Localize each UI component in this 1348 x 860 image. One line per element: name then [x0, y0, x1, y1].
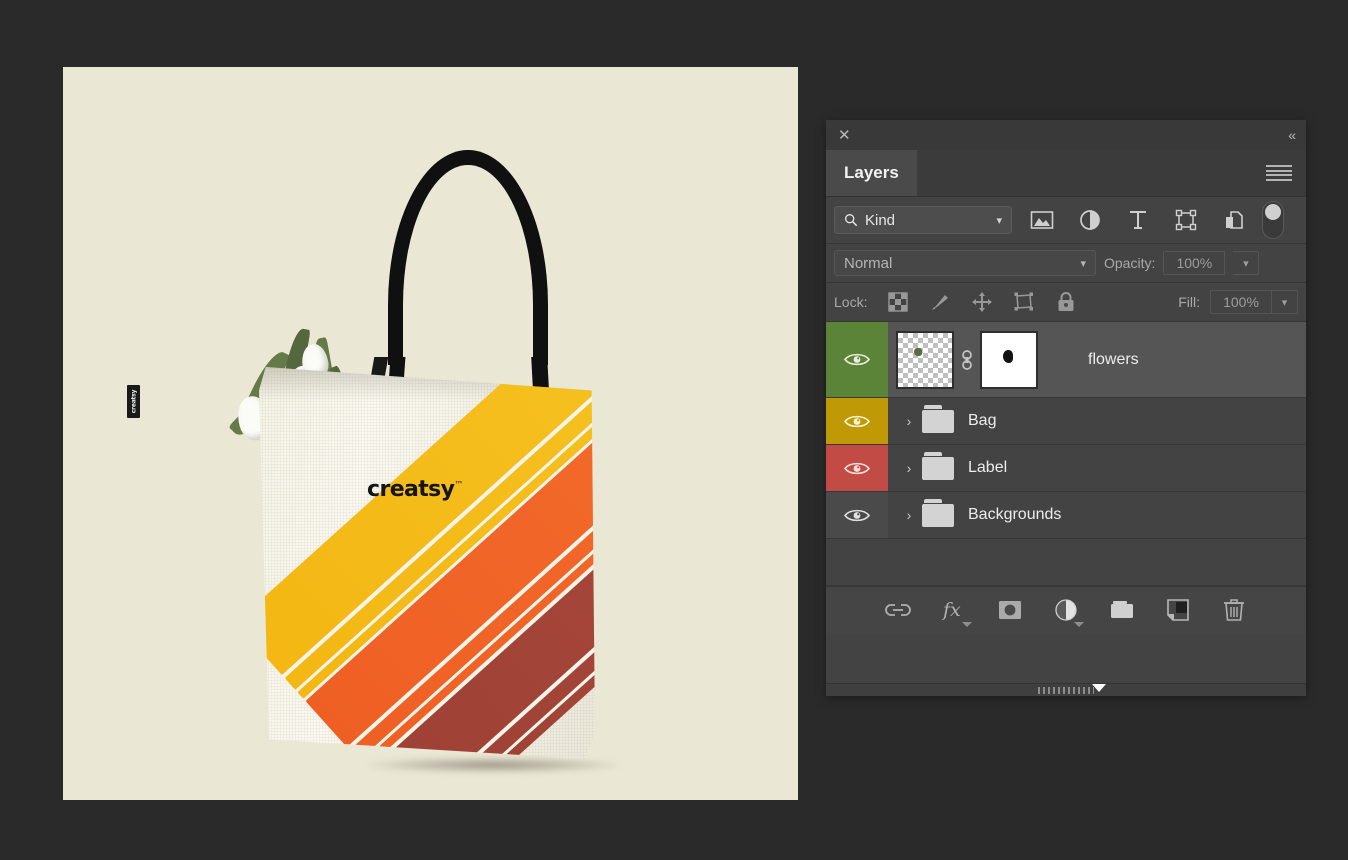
bag-side-label-text: creatsy	[130, 390, 137, 414]
panel-menu-button[interactable]	[1266, 150, 1306, 196]
layers-panel-footer: fx	[826, 586, 1306, 633]
filter-type-icon[interactable]	[1114, 204, 1162, 236]
lock-row: Lock: Fill: 100% ▾	[826, 283, 1306, 322]
layer-row-flowers[interactable]: flowers	[826, 322, 1306, 398]
add-layer-mask-button[interactable]	[982, 587, 1038, 633]
filter-adjustment-icon[interactable]	[1066, 204, 1114, 236]
blend-mode-dropdown[interactable]: Normal ▾	[834, 250, 1096, 276]
panel-resize-grip[interactable]	[826, 683, 1306, 696]
lock-transparent-pixels-icon[interactable]	[877, 287, 919, 317]
layer-name-label: Label	[968, 459, 1007, 477]
layer-row-backgrounds[interactable]: › Backgrounds	[826, 492, 1306, 539]
svg-text:fx: fx	[941, 599, 961, 621]
folder-icon	[922, 504, 954, 527]
new-group-button[interactable]	[1094, 587, 1150, 633]
tab-layers[interactable]: Layers	[826, 150, 917, 196]
fill-stepper-chevron-icon[interactable]: ▾	[1272, 290, 1298, 314]
close-icon[interactable]: ✕	[838, 128, 851, 143]
layer-mask-thumbnail-flowers[interactable]	[980, 331, 1038, 389]
new-layer-button[interactable]	[1150, 587, 1206, 633]
layer-row-bag[interactable]: › Bag	[826, 398, 1306, 445]
filter-enable-toggle[interactable]	[1262, 201, 1284, 239]
filter-shape-icon[interactable]	[1162, 204, 1210, 236]
opacity-input[interactable]: 100%	[1163, 251, 1225, 275]
folder-icon	[922, 410, 954, 433]
expand-group-chevron-icon[interactable]: ›	[896, 413, 922, 429]
lock-all-icon[interactable]	[1045, 287, 1087, 317]
expand-group-chevron-icon[interactable]: ›	[896, 460, 922, 476]
opacity-label: Opacity:	[1104, 255, 1155, 271]
collapse-panel-icon[interactable]: «	[1288, 128, 1294, 142]
layer-mask-link-icon[interactable]	[954, 347, 980, 373]
layer-row-label[interactable]: › Label	[826, 445, 1306, 492]
layer-visibility-toggle-backgrounds[interactable]	[826, 492, 888, 538]
lock-image-pixels-icon[interactable]	[919, 287, 961, 317]
chevron-down-icon: ▾	[1080, 257, 1086, 270]
document-canvas[interactable]: creatsy™ creatsy	[63, 67, 798, 800]
adjustment-caret-icon	[1074, 622, 1084, 627]
panel-tab-bar: Layers	[826, 150, 1306, 197]
layer-name-backgrounds: Backgrounds	[968, 506, 1061, 524]
layer-filter-row: Kind ▾	[826, 197, 1306, 244]
blend-mode-value: Normal	[844, 255, 892, 272]
filter-pixel-icon[interactable]	[1018, 204, 1066, 236]
layer-name-flowers: flowers	[1088, 351, 1139, 369]
filter-kind-label: Kind	[865, 212, 895, 229]
bag-brand-logo: creatsy™	[367, 477, 463, 502]
delete-layer-button[interactable]	[1206, 587, 1262, 633]
mouse-cursor	[1092, 684, 1106, 692]
layers-panel: ✕ « Layers Kind ▾	[826, 120, 1306, 696]
opacity-stepper-chevron-icon[interactable]: ▾	[1233, 251, 1259, 275]
layer-name-bag: Bag	[968, 412, 996, 430]
layer-visibility-toggle-bag[interactable]	[826, 398, 888, 444]
bag-side-label-tag: creatsy	[127, 385, 140, 418]
filter-kind-dropdown[interactable]: Kind ▾	[834, 206, 1012, 234]
bag-stripe-pattern	[259, 367, 595, 759]
chevron-down-icon: ▾	[996, 214, 1002, 227]
tote-bag-body: creatsy™	[259, 367, 595, 759]
new-adjustment-layer-button[interactable]	[1038, 587, 1094, 633]
blend-mode-row: Normal ▾ Opacity: 100% ▾	[826, 244, 1306, 283]
fill-input[interactable]: 100%	[1210, 290, 1272, 314]
lock-label: Lock:	[834, 294, 867, 310]
filter-smart-object-icon[interactable]	[1210, 204, 1258, 236]
tab-layers-label: Layers	[844, 163, 899, 183]
lock-position-icon[interactable]	[961, 287, 1003, 317]
eye-icon	[844, 508, 870, 523]
layer-visibility-toggle-label[interactable]	[826, 445, 888, 491]
layer-visibility-toggle-flowers[interactable]	[826, 322, 888, 397]
hamburger-menu-icon	[1266, 165, 1292, 181]
layer-style-caret-icon	[962, 622, 972, 627]
lock-artboard-nesting-icon[interactable]	[1003, 287, 1045, 317]
layer-list-empty-space	[826, 539, 1306, 586]
expand-group-chevron-icon[interactable]: ›	[896, 507, 922, 523]
panel-titlebar: ✕ «	[826, 120, 1306, 150]
filter-type-icons	[1018, 201, 1284, 239]
fill-label: Fill:	[1178, 294, 1200, 310]
eye-icon	[844, 461, 870, 476]
layer-list: flowers › Bag › Label	[826, 322, 1306, 586]
eye-icon	[844, 352, 870, 367]
eye-icon	[844, 414, 870, 429]
search-icon	[844, 213, 858, 227]
folder-icon	[922, 457, 954, 480]
bag-shadow	[363, 757, 623, 773]
link-layers-button[interactable]	[870, 587, 926, 633]
layer-thumbnail-flowers[interactable]	[896, 331, 954, 389]
layer-style-button[interactable]: fx	[926, 587, 982, 633]
bag-brand-logo-tm: ™	[454, 481, 462, 491]
bag-brand-logo-text: creatsy	[367, 477, 454, 502]
